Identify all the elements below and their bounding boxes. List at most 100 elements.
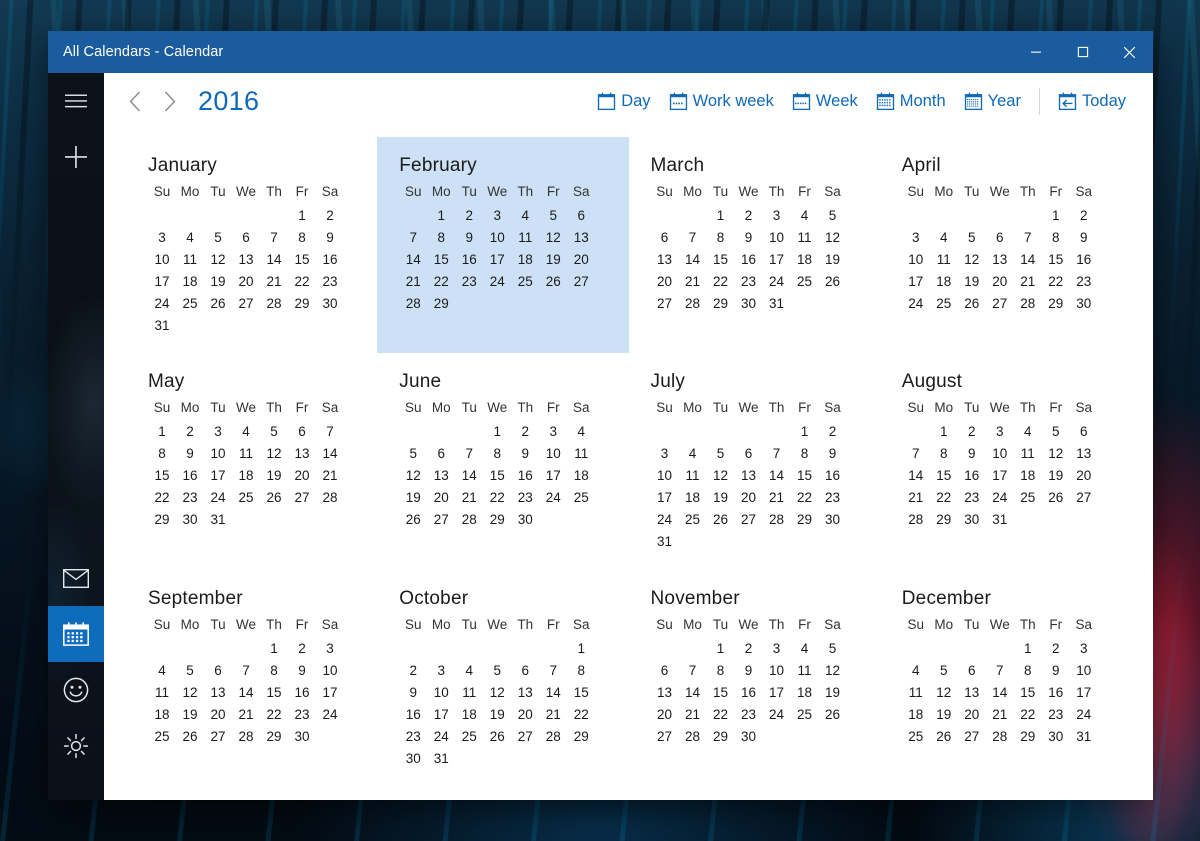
day-cell[interactable]: 17 — [539, 466, 567, 485]
day-cell[interactable]: 14 — [399, 250, 427, 269]
month-block[interactable]: February Su Mo Tu We Th Fr Sa 1 2 3 4 5 6 7 8 9 10 11 12 13 1… — [377, 137, 629, 354]
day-cell[interactable]: 25 — [679, 510, 707, 529]
day-cell[interactable]: 17 — [986, 466, 1014, 485]
day-cell[interactable]: 17 — [483, 250, 511, 269]
day-cell[interactable]: 17 — [204, 466, 232, 485]
day-cell[interactable]: 13 — [204, 683, 232, 702]
day-cell[interactable]: 14 — [455, 466, 483, 485]
day-cell[interactable]: 8 — [707, 228, 735, 247]
day-cell[interactable]: 12 — [958, 250, 986, 269]
day-cell[interactable]: 26 — [958, 294, 986, 313]
day-cell[interactable]: 29 — [930, 510, 958, 529]
day-cell[interactable]: 17 — [763, 250, 791, 269]
day-cell[interactable]: 8 — [791, 444, 819, 463]
mail-app-button[interactable] — [48, 550, 104, 606]
day-cell[interactable]: 7 — [455, 444, 483, 463]
day-cell[interactable]: 18 — [679, 488, 707, 507]
day-cell[interactable]: 2 — [399, 661, 427, 680]
day-cell[interactable]: 9 — [1042, 661, 1070, 680]
day-cell[interactable]: 16 — [455, 250, 483, 269]
day-cell[interactable]: 24 — [483, 272, 511, 291]
day-cell[interactable]: 19 — [260, 466, 288, 485]
day-cell[interactable]: 6 — [567, 206, 595, 225]
day-cell[interactable]: 27 — [986, 294, 1014, 313]
day-cell[interactable]: 10 — [427, 683, 455, 702]
day-cell[interactable]: 20 — [567, 250, 595, 269]
day-cell[interactable]: 11 — [791, 661, 819, 680]
day-cell[interactable]: 7 — [539, 661, 567, 680]
day-cell[interactable]: 6 — [651, 661, 679, 680]
year-label[interactable]: 2016 — [198, 86, 259, 117]
day-cell[interactable]: 13 — [958, 683, 986, 702]
day-cell[interactable]: 6 — [511, 661, 539, 680]
day-cell[interactable]: 26 — [819, 705, 847, 724]
day-cell[interactable]: 26 — [483, 727, 511, 746]
day-cell[interactable]: 11 — [148, 683, 176, 702]
day-cell[interactable]: 27 — [427, 510, 455, 529]
day-cell[interactable]: 17 — [148, 272, 176, 291]
day-cell[interactable]: 21 — [763, 488, 791, 507]
day-cell[interactable]: 4 — [232, 422, 260, 441]
day-cell[interactable]: 13 — [651, 683, 679, 702]
day-cell[interactable]: 2 — [455, 206, 483, 225]
day-cell[interactable]: 19 — [930, 705, 958, 724]
day-cell[interactable]: 23 — [735, 705, 763, 724]
day-cell[interactable]: 13 — [232, 250, 260, 269]
maximize-button[interactable] — [1059, 31, 1106, 73]
day-cell[interactable]: 21 — [399, 272, 427, 291]
day-cell[interactable]: 4 — [511, 206, 539, 225]
day-cell[interactable]: 13 — [986, 250, 1014, 269]
day-cell[interactable]: 10 — [204, 444, 232, 463]
day-cell[interactable]: 6 — [735, 444, 763, 463]
day-cell[interactable]: 12 — [204, 250, 232, 269]
day-cell[interactable]: 29 — [707, 294, 735, 313]
day-cell[interactable]: 22 — [567, 705, 595, 724]
day-cell[interactable]: 13 — [735, 466, 763, 485]
day-cell[interactable]: 19 — [204, 272, 232, 291]
day-cell[interactable]: 4 — [1014, 422, 1042, 441]
day-cell[interactable]: 9 — [1070, 228, 1098, 247]
day-cell[interactable]: 9 — [316, 228, 344, 247]
day-cell[interactable]: 25 — [148, 727, 176, 746]
day-cell[interactable]: 15 — [791, 466, 819, 485]
day-cell[interactable]: 21 — [232, 705, 260, 724]
day-cell[interactable]: 29 — [707, 727, 735, 746]
day-cell[interactable]: 30 — [176, 510, 204, 529]
day-cell[interactable]: 19 — [399, 488, 427, 507]
day-cell[interactable]: 9 — [819, 444, 847, 463]
month-block[interactable]: March Su Mo Tu We Th Fr Sa 1 2 3 4 5 6 7 8 9 10 11 12 13 14 15… — [629, 137, 880, 353]
today-button[interactable]: Today — [1049, 86, 1135, 117]
day-cell[interactable]: 12 — [539, 228, 567, 247]
day-cell[interactable]: 11 — [930, 250, 958, 269]
day-cell[interactable]: 24 — [763, 272, 791, 291]
day-cell[interactable]: 19 — [1042, 466, 1070, 485]
day-cell[interactable]: 7 — [679, 661, 707, 680]
day-cell[interactable]: 10 — [1070, 661, 1098, 680]
day-cell[interactable]: 24 — [539, 488, 567, 507]
day-cell[interactable]: 28 — [316, 488, 344, 507]
settings-button[interactable] — [48, 718, 104, 774]
day-cell[interactable]: 2 — [735, 206, 763, 225]
day-cell[interactable]: 14 — [763, 466, 791, 485]
day-cell[interactable]: 22 — [930, 488, 958, 507]
day-cell[interactable]: 8 — [567, 661, 595, 680]
day-cell[interactable]: 23 — [819, 488, 847, 507]
day-cell[interactable]: 27 — [651, 727, 679, 746]
day-cell[interactable]: 16 — [735, 683, 763, 702]
view-month-button[interactable]: Month — [867, 86, 955, 117]
close-button[interactable] — [1106, 31, 1153, 73]
day-cell[interactable]: 10 — [651, 466, 679, 485]
day-cell[interactable]: 5 — [399, 444, 427, 463]
day-cell[interactable]: 24 — [902, 294, 930, 313]
day-cell[interactable]: 8 — [427, 228, 455, 247]
day-cell[interactable]: 16 — [316, 250, 344, 269]
day-cell[interactable]: 14 — [986, 683, 1014, 702]
day-cell[interactable]: 3 — [316, 639, 344, 658]
day-cell[interactable]: 31 — [1070, 727, 1098, 746]
day-cell[interactable]: 27 — [204, 727, 232, 746]
day-cell[interactable]: 22 — [427, 272, 455, 291]
day-cell[interactable]: 13 — [567, 228, 595, 247]
day-cell[interactable]: 16 — [176, 466, 204, 485]
day-cell[interactable]: 8 — [1042, 228, 1070, 247]
day-cell[interactable]: 12 — [176, 683, 204, 702]
